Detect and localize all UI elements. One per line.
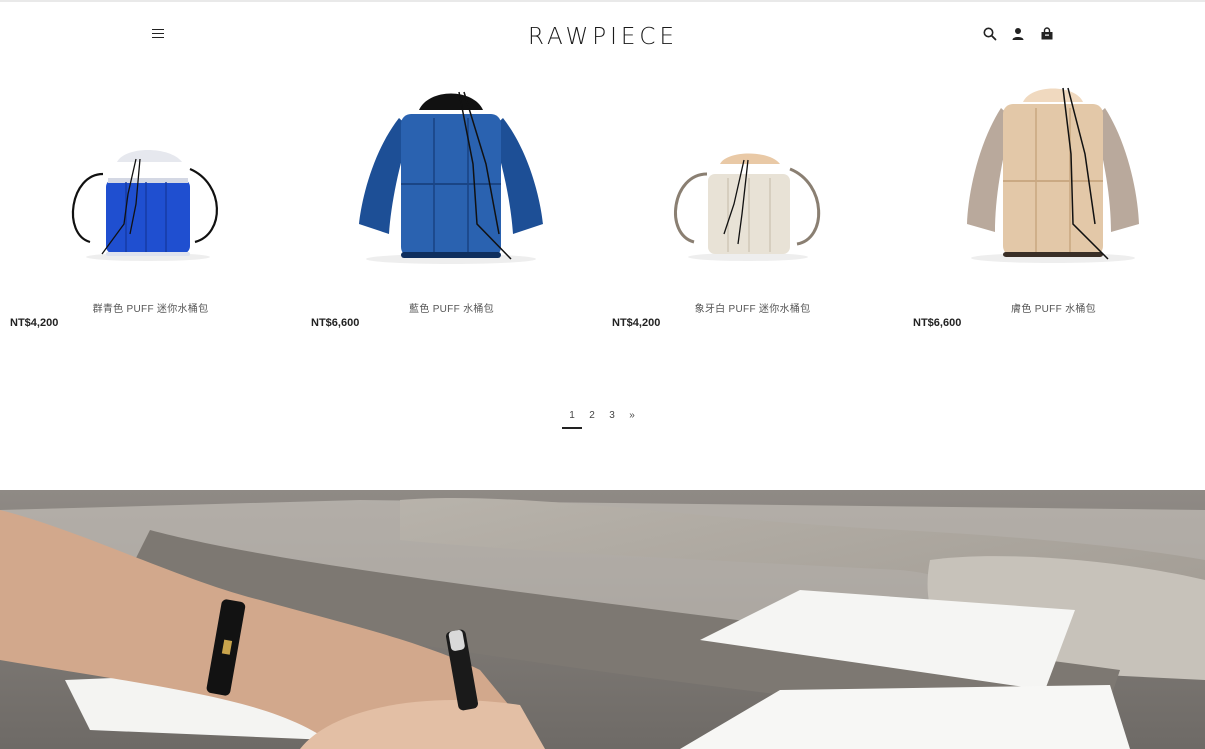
- product-image[interactable]: [602, 74, 903, 294]
- next-page-link[interactable]: »: [622, 410, 642, 421]
- product-card[interactable]: 群青色 PUFF 迷你水桶包 NT$4,200: [0, 74, 301, 336]
- product-price: NT$6,600: [913, 317, 962, 329]
- product-name[interactable]: 藍色 PUFF 水桶包: [301, 300, 602, 315]
- product-image[interactable]: [903, 74, 1204, 294]
- brand-logo[interactable]: RAWPIECE: [523, 24, 683, 54]
- product-price: NT$4,200: [10, 317, 59, 329]
- product-image[interactable]: [0, 74, 301, 294]
- page-link-2[interactable]: 2: [582, 410, 602, 421]
- user-icon[interactable]: [1010, 26, 1026, 42]
- page-link-1[interactable]: 1: [562, 410, 582, 421]
- product-price: NT$6,600: [311, 317, 360, 329]
- hamburger-menu-icon[interactable]: [150, 26, 166, 42]
- product-image[interactable]: [301, 74, 602, 294]
- active-page-indicator: [562, 427, 582, 429]
- product-name[interactable]: 象牙白 PUFF 迷你水桶包: [602, 300, 903, 315]
- product-card[interactable]: 象牙白 PUFF 迷你水桶包 NT$4,200: [602, 74, 903, 336]
- site-header: RAWPIECE: [0, 2, 1205, 72]
- shopping-bag-icon[interactable]: [1039, 26, 1055, 42]
- product-card[interactable]: 藍色 PUFF 水桶包 NT$6,600: [301, 74, 602, 336]
- product-name[interactable]: 群青色 PUFF 迷你水桶包: [0, 300, 301, 315]
- search-icon[interactable]: [982, 26, 998, 42]
- product-price: NT$4,200: [612, 317, 661, 329]
- craft-banner-image: [0, 490, 1205, 749]
- product-name[interactable]: 膚色 PUFF 水桶包: [903, 300, 1204, 315]
- page-link-3[interactable]: 3: [602, 410, 622, 421]
- product-card[interactable]: 膚色 PUFF 水桶包 NT$6,600: [903, 74, 1204, 336]
